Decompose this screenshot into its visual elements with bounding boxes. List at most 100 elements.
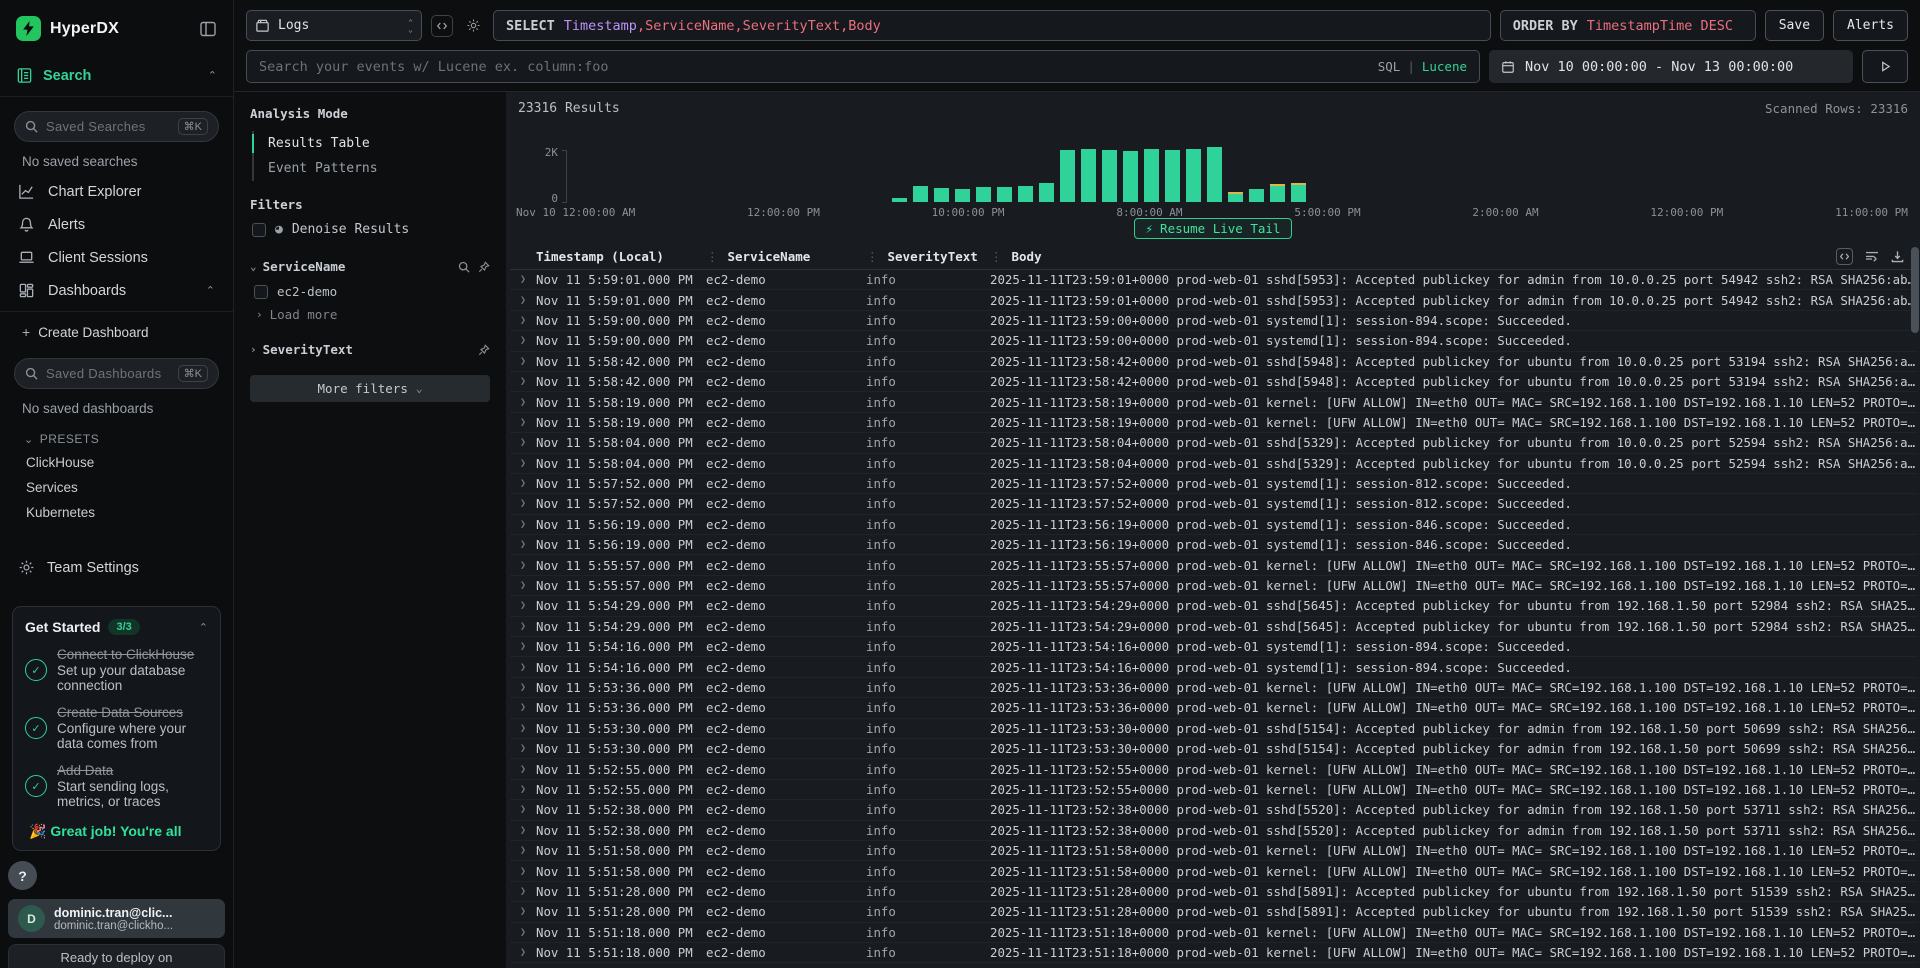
table-row[interactable]: ❯Nov 11 5:51:18.000 PMec2-demoinfo2025-1… [510,923,1918,943]
table-row[interactable]: ❯Nov 11 5:53:36.000 PMec2-demoinfo2025-1… [510,698,1918,718]
histogram-bar[interactable] [1207,147,1222,202]
histogram-bar[interactable] [1081,149,1096,202]
row-expand-chevron-icon[interactable]: ❯ [510,560,536,571]
column-header-timestamp[interactable]: Timestamp (Local) [536,249,706,264]
row-expand-chevron-icon[interactable]: ❯ [510,784,536,795]
row-expand-chevron-icon[interactable]: ❯ [510,927,536,938]
histogram-bar[interactable] [934,188,949,202]
table-row[interactable]: ❯Nov 11 5:58:42.000 PMec2-demoinfo2025-1… [510,372,1918,392]
column-header-body[interactable]: ⋮Body [990,249,1828,264]
table-row[interactable]: ❯Nov 11 5:53:30.000 PMec2-demoinfo2025-1… [510,719,1918,739]
source-select[interactable]: Logs ⌃⌃ [246,10,422,41]
table-row[interactable]: ❯Nov 11 5:54:16.000 PMec2-demoinfo2025-1… [510,637,1918,657]
table-row[interactable]: ❯Nov 11 5:55:57.000 PMec2-demoinfo2025-1… [510,576,1918,596]
chevron-up-icon[interactable]: ⌃ [206,284,215,297]
row-expand-chevron-icon[interactable]: ❯ [510,397,536,408]
histogram-bar[interactable] [1186,149,1201,202]
row-expand-chevron-icon[interactable]: ❯ [510,315,536,326]
row-expand-chevron-icon[interactable]: ❯ [510,682,536,693]
pin-icon[interactable] [478,344,490,356]
table-row[interactable]: ❯Nov 11 5:59:00.000 PMec2-demoinfo2025-1… [510,331,1918,351]
histogram-bar[interactable] [976,187,991,202]
histogram-bar[interactable] [1039,183,1054,202]
row-expand-chevron-icon[interactable]: ❯ [510,743,536,754]
filter-group-servicename[interactable]: ⌄ ServiceName [250,253,490,280]
deploy-teaser-card[interactable]: Ready to deploy on [8,944,225,968]
column-resize-handle[interactable]: ⋮ [706,249,719,264]
column-header-severitytext[interactable]: ⋮SeverityText [866,249,990,264]
row-expand-chevron-icon[interactable]: ❯ [510,600,536,611]
preset-item-services[interactable]: Services [0,475,233,500]
row-expand-chevron-icon[interactable]: ❯ [510,702,536,713]
row-expand-chevron-icon[interactable]: ❯ [510,498,536,509]
table-row[interactable]: ❯Nov 11 5:52:38.000 PMec2-demoinfo2025-1… [510,800,1918,820]
table-row[interactable]: ❯Nov 11 5:51:58.000 PMec2-demoinfo2025-1… [510,841,1918,861]
histogram-bar[interactable] [997,187,1012,202]
event-search-input[interactable]: Search your events w/ Lucene ex. column:… [246,50,1480,83]
chevron-up-icon[interactable]: ⌃ [199,621,208,634]
source-settings-gear-icon[interactable] [462,15,484,37]
row-expand-chevron-icon[interactable]: ❯ [510,417,536,428]
row-expand-chevron-icon[interactable]: ❯ [510,825,536,836]
table-row[interactable]: ❯Nov 11 5:59:01.000 PMec2-demoinfo2025-1… [510,290,1918,310]
events-histogram[interactable]: 2K 0 Nov 10 12:00:00 AM12:00:00 PM10:00:… [516,120,1910,212]
row-expand-chevron-icon[interactable]: ❯ [510,274,536,285]
filter-checkbox[interactable] [254,285,268,299]
more-filters-button[interactable]: More filters ⌄ [250,375,490,402]
table-row[interactable]: ❯Nov 11 5:53:36.000 PMec2-demoinfo2025-1… [510,678,1918,698]
user-menu[interactable]: D dominic.tran@clic... dominic.tran@clic… [8,899,225,938]
collapse-sidebar-icon[interactable] [199,20,217,38]
row-expand-chevron-icon[interactable]: ❯ [510,641,536,652]
column-resize-handle[interactable]: ⋮ [866,249,879,264]
histogram-bar[interactable] [1060,150,1075,202]
table-row[interactable]: ❯Nov 11 5:56:19.000 PMec2-demoinfo2025-1… [510,535,1918,555]
mode-tab-results-table[interactable]: Results Table [254,131,490,156]
row-expand-chevron-icon[interactable]: ❯ [510,723,536,734]
table-row[interactable]: ❯Nov 11 5:54:29.000 PMec2-demoinfo2025-1… [510,617,1918,637]
vertical-scrollbar[interactable] [1911,247,1919,333]
table-row[interactable]: ❯Nov 11 5:55:57.000 PMec2-demoinfo2025-1… [510,555,1918,575]
sql-toggle[interactable]: SQL [1378,59,1401,74]
histogram-bar[interactable] [913,186,928,202]
table-row[interactable]: ❯Nov 11 5:51:58.000 PMec2-demoinfo2025-1… [510,861,1918,881]
saved-searches-input[interactable]: Saved Searches ⌘K [14,111,219,142]
histogram-bar[interactable] [1144,149,1159,202]
table-row[interactable]: ❯Nov 11 5:59:01.000 PMec2-demoinfo2025-1… [510,270,1918,290]
get-started-item[interactable]: ✓Create Data SourcesConfigure where your… [25,705,208,751]
table-row[interactable]: ❯Nov 11 5:58:04.000 PMec2-demoinfo2025-1… [510,454,1918,474]
table-row[interactable]: ❯Nov 11 5:51:18.000 PMec2-demoinfo2025-1… [510,943,1918,963]
table-row[interactable]: ❯Nov 11 5:52:38.000 PMec2-demoinfo2025-1… [510,821,1918,841]
table-row[interactable]: ❯Nov 11 5:54:16.000 PMec2-demoinfo2025-1… [510,657,1918,677]
sidebar-item-client-sessions[interactable]: Client Sessions [0,241,233,274]
get-started-item[interactable]: ✓Add DataStart sending logs, metrics, or… [25,763,208,809]
row-expand-chevron-icon[interactable]: ❯ [510,335,536,346]
histogram-bar[interactable] [892,198,907,202]
row-expand-chevron-icon[interactable]: ❯ [510,437,536,448]
table-row[interactable]: ❯Nov 11 5:52:55.000 PMec2-demoinfo2025-1… [510,780,1918,800]
presets-toggle[interactable]: ⌄ PRESETS [0,422,233,450]
table-row[interactable]: ❯Nov 11 5:51:28.000 PMec2-demoinfo2025-1… [510,902,1918,922]
histogram-bar[interactable] [1270,184,1285,202]
expand-columns-icon[interactable] [1836,248,1853,265]
row-expand-chevron-icon[interactable]: ❯ [510,376,536,387]
table-row[interactable]: ❯Nov 11 5:58:19.000 PMec2-demoinfo2025-1… [510,392,1918,412]
table-row[interactable]: ❯Nov 11 5:59:00.000 PMec2-demoinfo2025-1… [510,311,1918,331]
chevron-up-icon[interactable]: ⌃ [208,69,217,82]
histogram-bar[interactable] [1018,186,1033,202]
row-expand-chevron-icon[interactable]: ❯ [510,621,536,632]
resume-live-tail-button[interactable]: ⚡ Resume Live Tail [1134,218,1293,239]
row-expand-chevron-icon[interactable]: ❯ [510,458,536,469]
sidebar-item-dashboards[interactable]: Dashboards ⌃ [0,274,233,307]
table-row[interactable]: ❯Nov 11 5:58:42.000 PMec2-demoinfo2025-1… [510,352,1918,372]
load-more-button[interactable]: › Load more [250,303,490,326]
row-expand-chevron-icon[interactable]: ❯ [510,295,536,306]
row-expand-chevron-icon[interactable]: ❯ [510,866,536,877]
row-expand-chevron-icon[interactable]: ❯ [510,478,536,489]
row-expand-chevron-icon[interactable]: ❯ [510,804,536,815]
table-row[interactable]: ❯Nov 11 5:57:52.000 PMec2-demoinfo2025-1… [510,474,1918,494]
sidebar-item-alerts[interactable]: Alerts [0,208,233,241]
run-query-button[interactable] [1862,50,1908,83]
sidebar-item-chart-explorer[interactable]: Chart Explorer [0,175,233,208]
histogram-bar[interactable] [955,189,970,202]
table-row[interactable]: ❯Nov 11 5:52:55.000 PMec2-demoinfo2025-1… [510,759,1918,779]
